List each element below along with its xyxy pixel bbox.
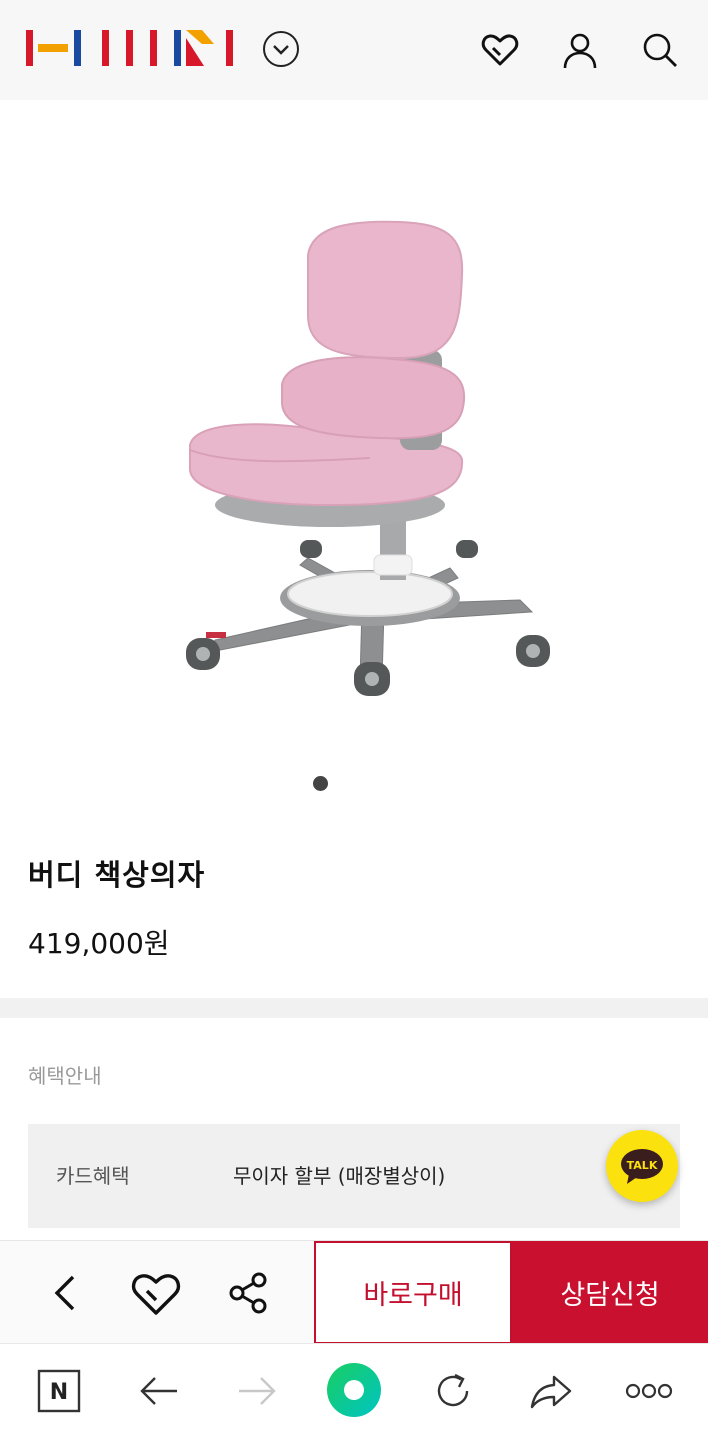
browser-toolbar: N [0, 1343, 708, 1440]
reload-icon[interactable] [428, 1366, 478, 1416]
wishlist-heart-icon[interactable] [130, 1267, 182, 1319]
carousel-indicator-dot[interactable] [313, 776, 328, 791]
talk-label: TALK [627, 1159, 658, 1172]
browser-forward-icon[interactable] [232, 1366, 282, 1416]
benefit-label: 카드혜택 [56, 1164, 130, 1188]
product-price: 419,000원 [28, 927, 170, 960]
benefit-value: 무이자 할부 (매장별상이) [233, 1164, 446, 1188]
app-header [0, 0, 708, 100]
brand-logo[interactable] [26, 30, 236, 66]
benefits-heading: 혜택안내 [28, 1064, 102, 1088]
chevron-down-icon[interactable] [262, 30, 300, 68]
naver-green-home-icon[interactable] [326, 1362, 382, 1418]
wishlist-heart-icon[interactable] [480, 30, 520, 70]
share-icon[interactable] [222, 1267, 274, 1319]
product-image[interactable] [0, 100, 708, 760]
buy-now-button[interactable]: 바로구매 [314, 1241, 512, 1344]
more-menu-icon[interactable] [624, 1366, 674, 1416]
share-arrow-icon[interactable] [526, 1366, 576, 1416]
product-action-bar: 바로구매 상담신청 [0, 1240, 708, 1344]
benefit-card-row: 카드혜택 무이자 할부 (매장별상이) [28, 1124, 680, 1228]
section-divider [0, 998, 708, 1018]
naver-n-label: N [50, 1380, 68, 1405]
search-icon[interactable] [640, 30, 680, 70]
consult-request-button[interactable]: 상담신청 [512, 1241, 708, 1344]
browser-back-icon[interactable] [134, 1366, 184, 1416]
back-chevron-icon[interactable] [40, 1267, 92, 1319]
product-title: 버디 책상의자 [28, 858, 206, 892]
kakao-talk-button[interactable]: TALK [606, 1130, 678, 1202]
naver-n-icon[interactable]: N [34, 1366, 84, 1416]
user-icon[interactable] [560, 30, 600, 70]
